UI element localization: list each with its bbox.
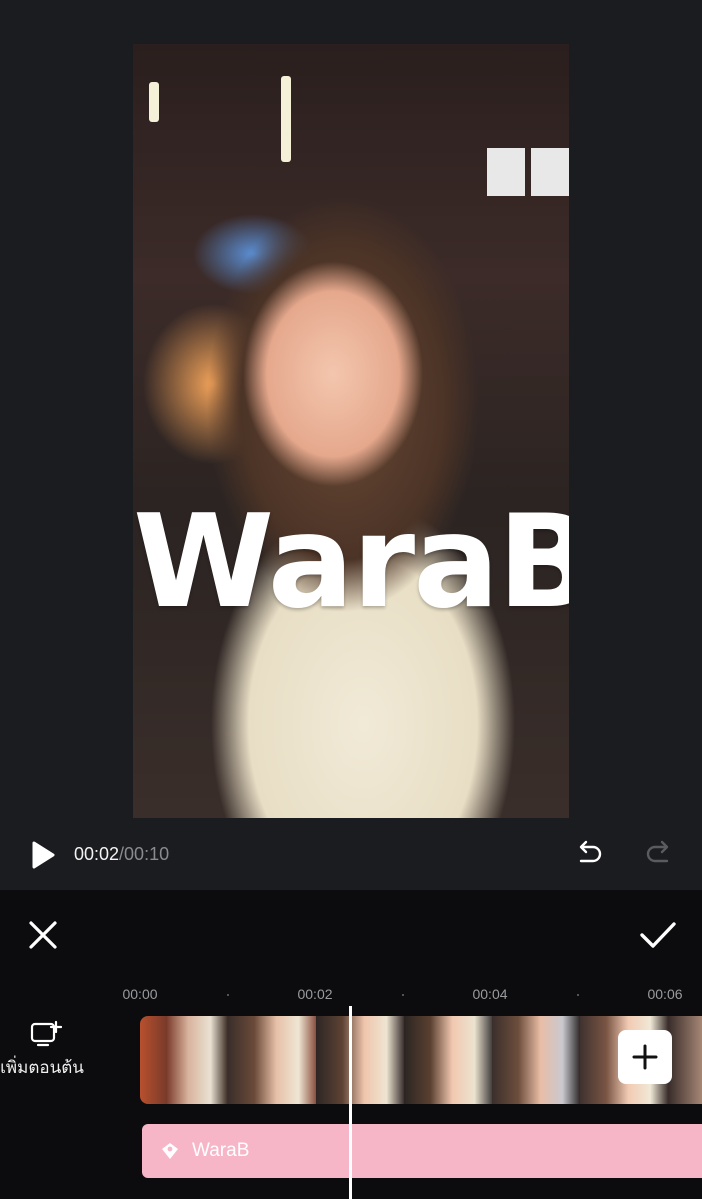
- time-tick: 00:00: [122, 986, 158, 1002]
- video-frame[interactable]: WaraB: [133, 44, 569, 818]
- time-tick: 00:04: [472, 986, 508, 1002]
- clip-thumbnail: [668, 1016, 702, 1104]
- clip-thumbnail: [316, 1016, 404, 1104]
- time-display: 00:02/00:10: [74, 844, 169, 865]
- clip-thumbnail: [228, 1016, 316, 1104]
- clip-thumbnail: [140, 1016, 228, 1104]
- time-tick: 00:02: [297, 986, 333, 1002]
- redo-icon[interactable]: [643, 838, 675, 870]
- clip-thumbnail: [492, 1016, 580, 1104]
- add-clip-icon: [30, 1020, 62, 1047]
- overlay-text[interactable]: WaraB: [133, 499, 569, 627]
- text-tag-icon: [162, 1143, 178, 1159]
- tick-dot: [577, 994, 579, 996]
- video-preview-area: WaraB 00:02/00:10: [0, 0, 702, 890]
- text-clip-label: WaraB: [192, 1140, 250, 1161]
- total-time: /00:10: [119, 844, 170, 864]
- time-tick: 00:06: [647, 986, 683, 1002]
- clip-thumbnail: [404, 1016, 492, 1104]
- stage-light: [149, 82, 159, 122]
- text-clip-track[interactable]: WaraB: [142, 1124, 702, 1178]
- stage-light: [281, 76, 291, 162]
- undo-icon[interactable]: [573, 838, 605, 870]
- add-clip-button[interactable]: [618, 1030, 672, 1084]
- plus-icon: [632, 1044, 658, 1070]
- close-icon[interactable]: [26, 918, 60, 952]
- add-intro-label: เพิ่มตอนต้น: [0, 1058, 84, 1077]
- playback-bar: 00:02/00:10: [0, 830, 702, 880]
- wall-sign: [487, 148, 525, 196]
- add-intro-button[interactable]: เพิ่มตอนต้น: [0, 1020, 92, 1081]
- play-icon[interactable]: [30, 840, 56, 870]
- wall-sign: [531, 148, 569, 196]
- current-time: 00:02: [74, 844, 120, 864]
- check-icon[interactable]: [638, 918, 678, 952]
- playhead[interactable]: [349, 1006, 352, 1199]
- tick-dot: [402, 994, 404, 996]
- time-ruler[interactable]: 00:00 00:02 00:04 00:06: [0, 986, 702, 1006]
- tick-dot: [227, 994, 229, 996]
